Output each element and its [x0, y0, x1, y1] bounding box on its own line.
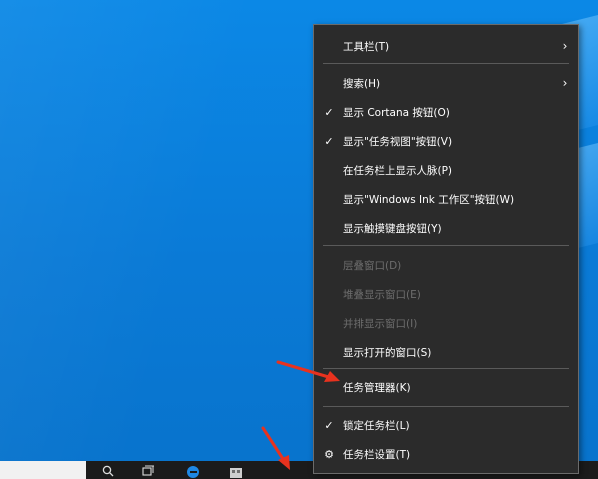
chevron-right-icon: › — [562, 39, 568, 53]
menu-item-toolbars[interactable]: 工具栏(T) › — [314, 32, 578, 60]
annotation-arrow-icon — [276, 360, 340, 382]
menu-item-label: 工具栏(T) — [343, 40, 390, 53]
check-icon: ✓ — [324, 418, 334, 432]
check-icon: ✓ — [324, 134, 334, 148]
menu-item-lock-taskbar[interactable]: ✓ 锁定任务栏(L) — [314, 411, 578, 439]
menu-item-label: 任务管理器(K) — [343, 381, 411, 394]
menu-item-search[interactable]: 搜索(H) › — [314, 69, 578, 97]
task-view-icon[interactable] — [141, 464, 155, 478]
menu-item-show-cortana[interactable]: ✓ 显示 Cortana 按钮(O) — [314, 98, 578, 126]
menu-item-taskbar-settings[interactable]: ⚙ 任务栏设置(T) — [314, 440, 578, 468]
edge-icon[interactable] — [186, 464, 200, 478]
taskbar-context-menu: 工具栏(T) › 搜索(H) › ✓ 显示 Cortana 按钮(O) ✓ 显示… — [313, 24, 579, 474]
search-icon[interactable] — [101, 464, 115, 478]
menu-item-label: 搜索(H) — [343, 77, 381, 90]
menu-item-label: 在任务栏上显示人脉(P) — [343, 164, 453, 177]
menu-item-label: 显示打开的窗口(S) — [343, 346, 432, 359]
menu-item-label: 锁定任务栏(L) — [343, 419, 410, 432]
taskbar-search-box[interactable] — [0, 461, 86, 479]
menu-separator — [323, 406, 569, 407]
annotation-arrow-icon — [261, 426, 290, 470]
gear-icon: ⚙ — [324, 447, 334, 461]
menu-item-show-desktop[interactable]: 显示打开的窗口(S) — [314, 338, 578, 366]
store-icon[interactable] — [229, 464, 243, 478]
menu-item-stack-windows[interactable]: 堆叠显示窗口(E) — [314, 280, 578, 308]
menu-item-label: 层叠窗口(D) — [343, 259, 402, 272]
menu-item-label: 显示触摸键盘按钮(Y) — [343, 222, 442, 235]
menu-item-task-manager[interactable]: 任务管理器(K) — [314, 373, 578, 401]
menu-item-label: 显示"Windows Ink 工作区"按钮(W) — [343, 193, 515, 206]
menu-item-label: 显示"任务视图"按钮(V) — [343, 135, 453, 148]
menu-item-label: 堆叠显示窗口(E) — [343, 288, 421, 301]
menu-item-label: 并排显示窗口(I) — [343, 317, 418, 330]
check-icon: ✓ — [324, 105, 334, 119]
menu-separator — [323, 63, 569, 64]
menu-item-cascade-windows[interactable]: 层叠窗口(D) — [314, 251, 578, 279]
menu-item-show-windows-ink[interactable]: 显示"Windows Ink 工作区"按钮(W) — [314, 185, 578, 213]
menu-item-show-task-view[interactable]: ✓ 显示"任务视图"按钮(V) — [314, 127, 578, 155]
menu-item-label: 任务栏设置(T) — [343, 448, 411, 461]
menu-separator — [323, 368, 569, 369]
menu-item-side-by-side-windows[interactable]: 并排显示窗口(I) — [314, 309, 578, 337]
menu-separator — [323, 245, 569, 246]
chevron-right-icon: › — [562, 76, 568, 90]
menu-item-label: 显示 Cortana 按钮(O) — [343, 106, 450, 119]
menu-item-show-touch-keyboard[interactable]: 显示触摸键盘按钮(Y) — [314, 214, 578, 242]
menu-item-show-people[interactable]: 在任务栏上显示人脉(P) — [314, 156, 578, 184]
